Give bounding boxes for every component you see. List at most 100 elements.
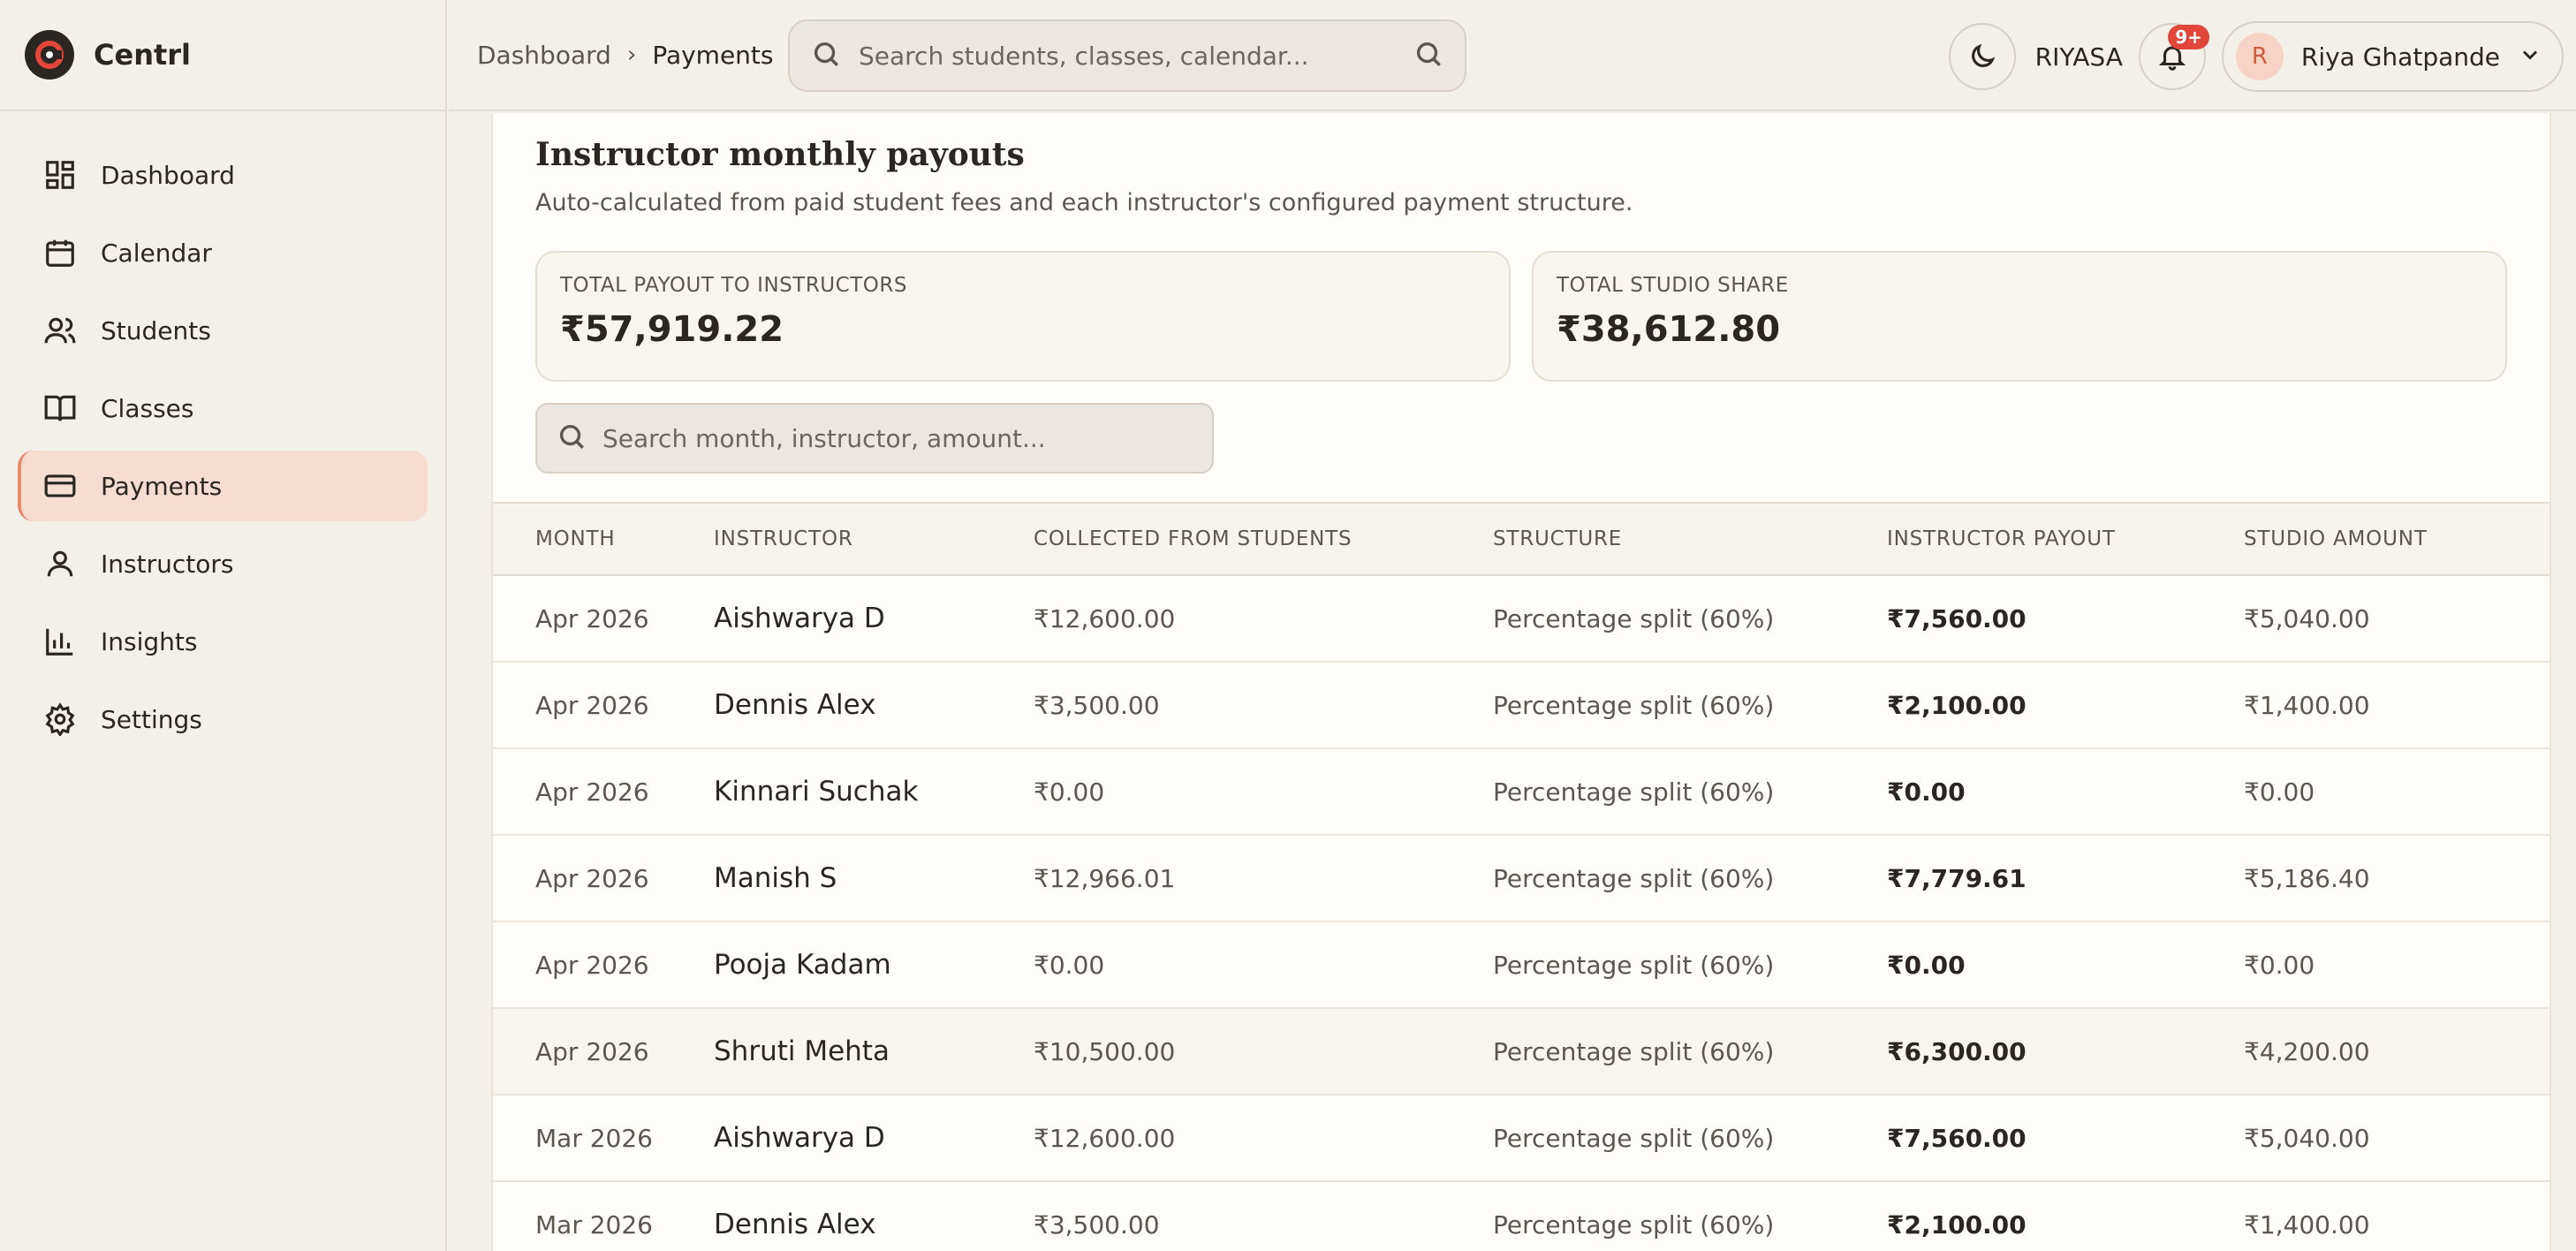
sidebar-item-insights[interactable]: Insights: [18, 606, 428, 677]
org-name: RIYASA: [2034, 42, 2123, 72]
cell-month: Apr 2026: [535, 690, 649, 720]
cell-instructor-payout: ₹7,560.00: [1887, 1123, 2027, 1153]
stat-label: TOTAL PAYOUT TO INSTRUCTORS: [560, 274, 907, 297]
cell-structure: Percentage split (60%): [1493, 950, 1775, 980]
notifications-button[interactable]: 9+: [2138, 23, 2209, 90]
breadcrumb-dashboard[interactable]: Dashboard: [477, 41, 611, 70]
bar-chart-icon: [42, 624, 78, 659]
table-row[interactable]: Mar 2026 Aishwarya D ₹12,600.00 Percenta…: [493, 1095, 2549, 1181]
sidebar: Centrl Dashboard Calendar Students Class…: [0, 0, 447, 1251]
table-header-row: MONTH INSTRUCTOR COLLECTED FROM STUDENTS…: [493, 503, 2549, 575]
cell-month: Mar 2026: [535, 1209, 653, 1240]
breadcrumb-separator-icon: ›: [626, 42, 637, 68]
credit-card-icon: [42, 468, 78, 504]
topbar-actions: RIYASA 9+ R Riya Ghatpande: [1948, 21, 2564, 92]
cell-studio-amount: ₹0.00: [2244, 777, 2315, 807]
cell-month: Apr 2026: [535, 950, 649, 980]
cell-studio-amount: ₹4,200.00: [2244, 1036, 2370, 1066]
sidebar-item-instructors[interactable]: Instructors: [18, 528, 428, 599]
sidebar-item-settings[interactable]: Settings: [18, 684, 428, 754]
avatar: R: [2235, 33, 2284, 80]
cell-structure: Percentage split (60%): [1493, 1036, 1775, 1066]
payouts-table: MONTH INSTRUCTOR COLLECTED FROM STUDENTS…: [493, 502, 2549, 1251]
user-menu-button[interactable]: R Riya Ghatpande: [2221, 21, 2564, 92]
column-header-instructor[interactable]: INSTRUCTOR: [714, 503, 1034, 575]
cell-structure: Percentage split (60%): [1493, 690, 1775, 720]
sidebar-item-payments[interactable]: Payments: [18, 451, 428, 521]
stat-label: TOTAL STUDIO SHARE: [1557, 274, 1789, 297]
cell-collected: ₹3,500.00: [1034, 1209, 1160, 1240]
cell-instructor-payout: ₹7,560.00: [1887, 603, 2027, 633]
cell-studio-amount: ₹5,040.00: [2244, 1123, 2370, 1153]
cell-studio-amount: ₹1,400.00: [2244, 1209, 2370, 1240]
cell-structure: Percentage split (60%): [1493, 603, 1775, 633]
breadcrumb: Dashboard › Payments: [477, 41, 774, 70]
cell-instructor-payout: ₹0.00: [1887, 950, 1966, 980]
sidebar-item-label: Dashboard: [101, 160, 235, 190]
table-row[interactable]: Apr 2026 Kinnari Suchak ₹0.00 Percentage…: [493, 748, 2549, 835]
cell-studio-amount: ₹1,400.00: [2244, 690, 2370, 720]
topbar: Dashboard › Payments RIYASA 9+ R Riya Gh…: [449, 0, 2576, 111]
sidebar-item-label: Settings: [101, 704, 202, 734]
sidebar-item-students[interactable]: Students: [18, 295, 428, 366]
page-title: Instructor monthly payouts: [535, 136, 1025, 173]
sidebar-item-calendar[interactable]: Calendar: [18, 217, 428, 288]
sidebar-item-label: Calendar: [101, 238, 212, 268]
table-row[interactable]: Apr 2026 Dennis Alex ₹3,500.00 Percentag…: [493, 662, 2549, 748]
sidebar-item-label: Students: [101, 315, 211, 345]
cell-collected: ₹0.00: [1034, 950, 1105, 980]
table-row[interactable]: Mar 2026 Dennis Alex ₹3,500.00 Percentag…: [493, 1181, 2549, 1251]
cell-month: Mar 2026: [535, 1123, 653, 1153]
theme-toggle-button[interactable]: [1948, 23, 2016, 90]
global-search-input[interactable]: [859, 41, 1396, 71]
search-icon: [811, 39, 841, 72]
cell-instructor: Aishwarya D: [714, 603, 885, 634]
cell-structure: Percentage split (60%): [1493, 1123, 1775, 1153]
table-search-input[interactable]: [602, 423, 1193, 453]
brand[interactable]: Centrl: [0, 0, 445, 111]
sidebar-item-label: Payments: [101, 471, 223, 501]
table-row[interactable]: Apr 2026 Aishwarya D ₹12,600.00 Percenta…: [493, 575, 2549, 662]
cell-collected: ₹10,500.00: [1034, 1036, 1176, 1066]
column-header-month[interactable]: MONTH: [493, 503, 714, 575]
cell-instructor: Pooja Kadam: [714, 949, 891, 981]
cell-collected: ₹12,600.00: [1034, 1123, 1176, 1153]
user-icon: [42, 546, 78, 581]
sidebar-item-classes[interactable]: Classes: [18, 373, 428, 444]
cell-month: Apr 2026: [535, 777, 649, 807]
cell-instructor-payout: ₹0.00: [1887, 777, 1966, 807]
stat-value: ₹57,919.22: [560, 309, 784, 350]
users-icon: [42, 313, 78, 348]
cell-month: Apr 2026: [535, 603, 649, 633]
table-row[interactable]: Apr 2026 Pooja Kadam ₹0.00 Percentage sp…: [493, 921, 2549, 1008]
column-header-collected[interactable]: COLLECTED FROM STUDENTS: [1034, 503, 1493, 575]
search-submit-icon[interactable]: [1413, 39, 1443, 72]
total-studio-share-stat: TOTAL STUDIO SHARE ₹38,612.80: [1532, 251, 2507, 382]
column-header-structure[interactable]: STRUCTURE: [1493, 503, 1887, 575]
cell-collected: ₹0.00: [1034, 777, 1105, 807]
search-icon: [557, 421, 587, 455]
cell-instructor-payout: ₹2,100.00: [1887, 690, 2027, 720]
table-row[interactable]: Apr 2026 Shruti Mehta ₹10,500.00 Percent…: [493, 1008, 2549, 1095]
column-header-instructor-payout[interactable]: INSTRUCTOR PAYOUT: [1887, 503, 2244, 575]
dashboard-icon: [42, 157, 78, 193]
page-subtitle: Auto-calculated from paid student fees a…: [535, 189, 1633, 216]
cell-studio-amount: ₹0.00: [2244, 950, 2315, 980]
global-search[interactable]: [788, 19, 1466, 92]
user-name: Riya Ghatpande: [2300, 42, 2500, 72]
sidebar-item-dashboard[interactable]: Dashboard: [18, 140, 428, 210]
payouts-card: Instructor monthly payouts Auto-calculat…: [491, 113, 2551, 1251]
cell-studio-amount: ₹5,186.40: [2244, 863, 2370, 893]
cell-collected: ₹12,966.01: [1034, 863, 1176, 893]
moon-icon: [1971, 43, 1995, 67]
column-header-studio-amount[interactable]: STUDIO AMOUNT: [2244, 503, 2549, 575]
cell-month: Apr 2026: [535, 863, 649, 893]
table-search[interactable]: [535, 403, 1214, 474]
chevron-down-icon: [2518, 42, 2542, 71]
brand-name: Centrl: [94, 38, 192, 72]
sidebar-item-label: Instructors: [101, 549, 234, 579]
table-row[interactable]: Apr 2026 Manish S ₹12,966.01 Percentage …: [493, 835, 2549, 921]
cell-month: Apr 2026: [535, 1036, 649, 1066]
cell-collected: ₹3,500.00: [1034, 690, 1160, 720]
cell-collected: ₹12,600.00: [1034, 603, 1176, 633]
